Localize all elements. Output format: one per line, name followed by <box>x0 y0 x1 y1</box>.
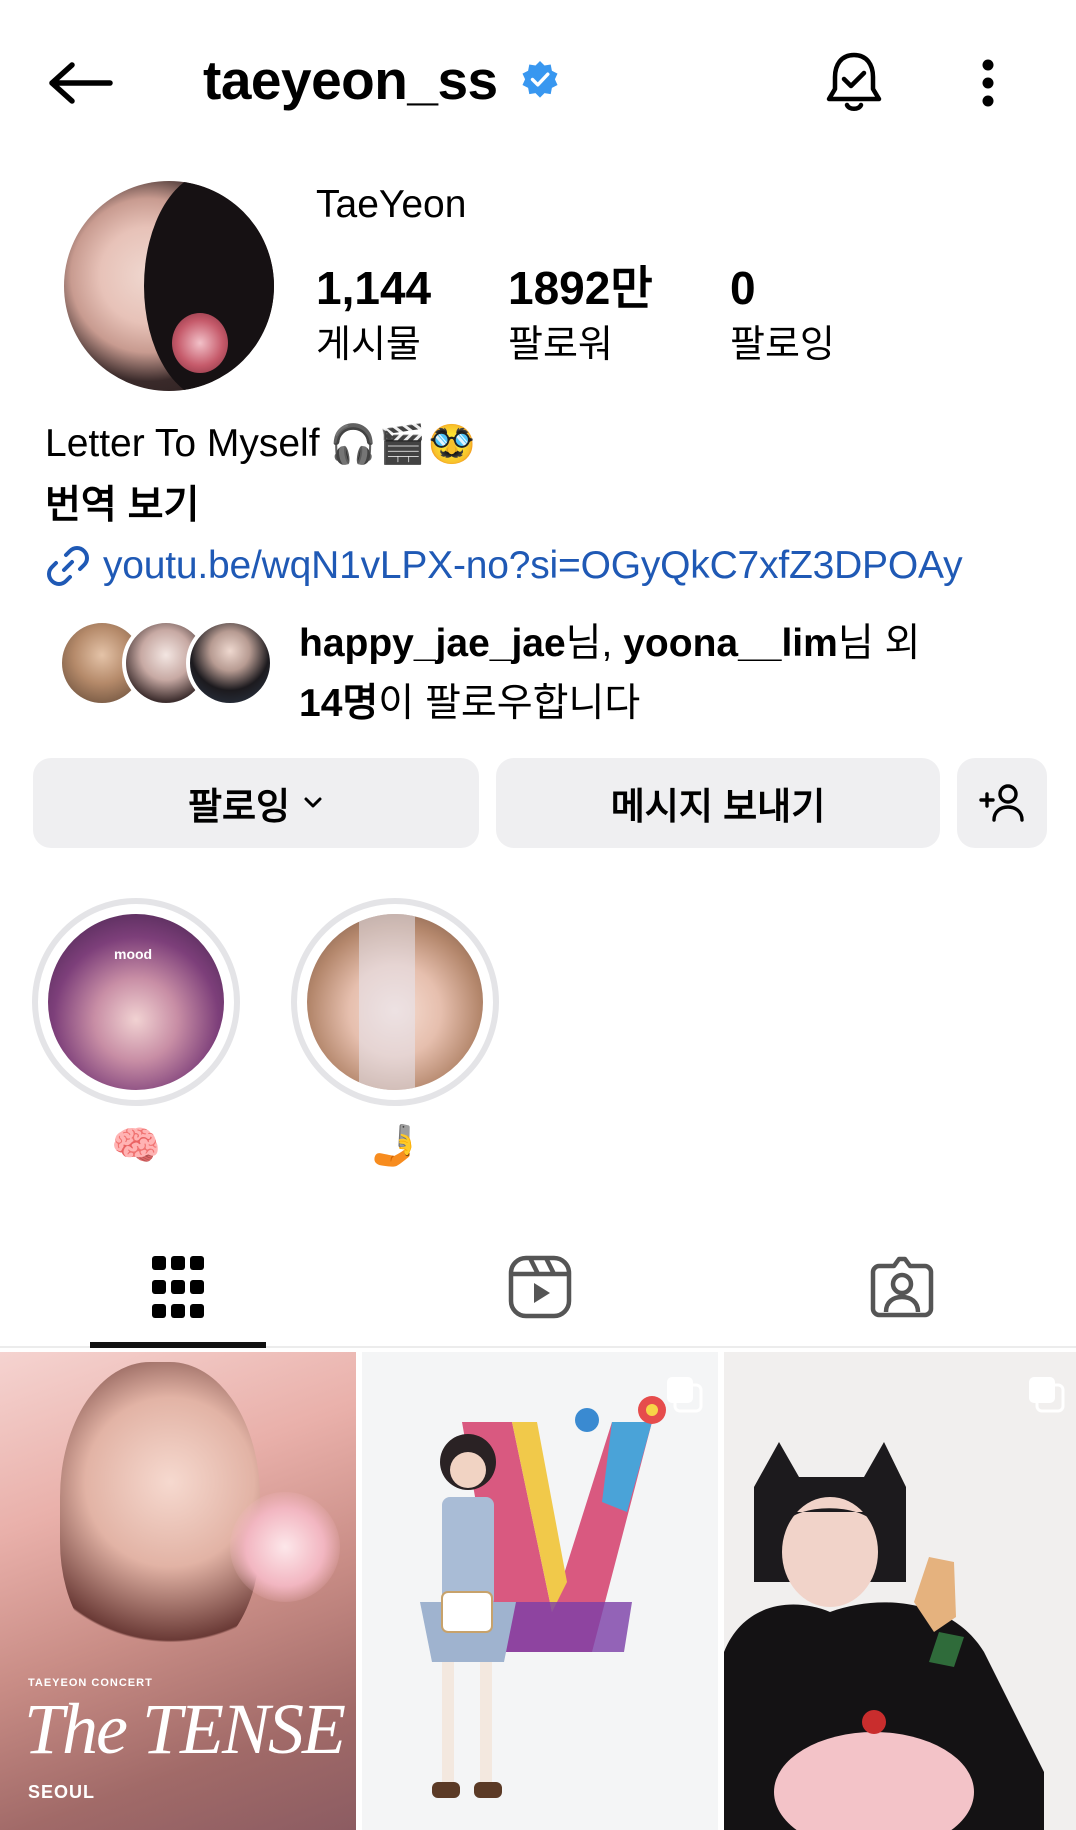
highlight-2-label: 🤳 <box>370 1123 420 1169</box>
following-button[interactable]: 팔로잉 <box>33 758 479 848</box>
reels-icon <box>508 1255 572 1319</box>
mutual-user-1: happy_jae_jae <box>299 622 566 665</box>
stat-following[interactable]: 0 팔로잉 <box>730 258 835 370</box>
profile-link[interactable]: youtu.be/wqN1vLPX-no?si=OGyQkC7xfZ3DPOAy <box>45 540 963 592</box>
bio-emoji: 🎧🎬🥸 <box>329 422 478 466</box>
grid-icon <box>152 1256 204 1318</box>
top-bar: taeyeon_ss <box>0 0 1076 160</box>
highlight-1-image-text: mood <box>114 946 153 962</box>
back-button[interactable] <box>40 50 122 116</box>
notification-bell-button[interactable] <box>816 44 892 120</box>
bio: Letter To Myself 🎧🎬🥸 <box>45 418 478 470</box>
tagged-person-icon <box>870 1256 934 1318</box>
poster-title: The TENSE <box>24 1689 346 1769</box>
link-text: youtu.be/wqN1vLPX-no?si=OGyQkC7xfZ3DPOAy <box>103 544 963 587</box>
active-tab-indicator <box>90 1342 266 1348</box>
mutual-suffix-2: 님 외 <box>837 622 921 665</box>
tab-reels[interactable] <box>452 1228 628 1346</box>
more-options-button[interactable] <box>960 50 1016 116</box>
mutual-followers[interactable]: happy_jae_jae님, yoona__lim님 외 14명이 팔로우합니… <box>58 614 1048 725</box>
stat-followers[interactable]: 1892만 팔로워 <box>508 258 653 370</box>
stat-posts-label: 게시물 <box>316 324 421 366</box>
highlight-1-image: mood <box>48 914 224 1090</box>
mutual-followers-text: happy_jae_jae님, yoona__lim님 외 14명이 팔로우합니… <box>299 614 920 734</box>
highlight-2[interactable]: 🤳 <box>291 898 499 1174</box>
stat-following-value: 0 <box>730 262 756 314</box>
stat-following-label: 팔로잉 <box>730 324 835 366</box>
mutual-tail: 이 팔로우합니다 <box>378 682 641 725</box>
poster-city: SEOUL <box>28 1782 96 1802</box>
highlight-2-image <box>307 914 483 1090</box>
mutual-avatar-3 <box>186 619 274 707</box>
post-3-illustration <box>724 1442 1044 1830</box>
highlight-1-ring[interactable]: mood <box>32 898 240 1106</box>
mutual-user-2: yoona__lim <box>623 622 838 665</box>
stat-followers-value: 1892만 <box>508 262 653 314</box>
verified-badge-icon <box>520 60 560 100</box>
more-vertical-icon <box>982 59 994 107</box>
profile-tabs <box>0 1228 1076 1348</box>
back-arrow-icon <box>49 62 113 104</box>
post-2-illustration <box>420 1396 666 1798</box>
following-button-label: 팔로잉 <box>187 786 291 827</box>
tab-tagged[interactable] <box>814 1228 990 1346</box>
message-button-label: 메시지 보내기 <box>610 786 826 827</box>
profile-avatar[interactable] <box>64 181 274 391</box>
post-1[interactable]: TAEYEON CONCERT The TENSE SEOUL <box>0 1352 356 1830</box>
poster-subtitle: TAEYEON CONCERT <box>28 1677 153 1689</box>
translate-link[interactable]: 번역 보기 <box>45 480 199 532</box>
stat-posts-value: 1,144 <box>316 262 432 314</box>
mutual-count: 14명 <box>299 682 379 725</box>
chevron-down-icon <box>302 792 324 814</box>
post-2[interactable] <box>362 1352 718 1830</box>
profile-username: taeyeon_ss <box>203 44 560 116</box>
highlight-2-ring[interactable] <box>291 898 499 1106</box>
add-person-icon <box>979 784 1024 822</box>
highlight-2-phone-overlay <box>359 914 415 1090</box>
multiple-images-icon <box>1029 1377 1065 1413</box>
bio-text: Letter To Myself <box>45 422 320 465</box>
link-icon <box>45 543 91 589</box>
mutual-line-2: 14명이 팔로우합니다 <box>299 674 920 734</box>
multiple-images-icon <box>667 1377 703 1413</box>
highlight-1[interactable]: mood 🧠 <box>32 898 240 1174</box>
mutual-suffix-1: 님, <box>565 622 624 665</box>
mutual-line-1: happy_jae_jae님, yoona__lim님 외 <box>299 614 920 674</box>
avatar-flower <box>172 313 228 373</box>
stat-followers-label: 팔로워 <box>508 324 613 366</box>
tab-posts-grid[interactable] <box>90 1228 266 1346</box>
highlight-1-label: 🧠 <box>111 1123 161 1169</box>
bell-check-icon <box>826 52 882 111</box>
post-3[interactable] <box>724 1352 1076 1830</box>
posts-grid: TAEYEON CONCERT The TENSE SEOUL <box>0 1352 1076 1830</box>
post-1-portrait <box>60 1362 260 1662</box>
username-text: taeyeon_ss <box>203 49 498 111</box>
post-1-rose <box>230 1492 340 1602</box>
add-person-button[interactable] <box>957 758 1047 848</box>
message-button[interactable]: 메시지 보내기 <box>496 758 940 848</box>
stat-posts[interactable]: 1,144 게시물 <box>316 258 431 370</box>
display-name: TaeYeon <box>316 183 467 226</box>
